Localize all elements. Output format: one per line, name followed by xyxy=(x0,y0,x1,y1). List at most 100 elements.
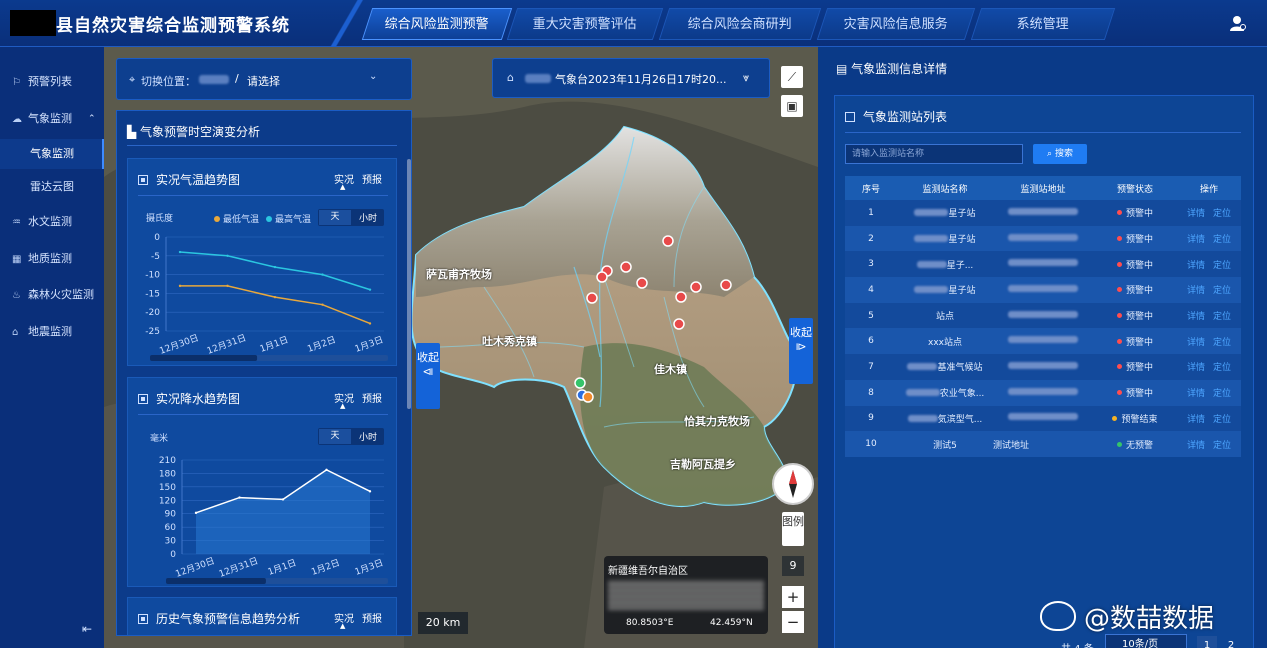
y-tick-label: -5 xyxy=(151,252,160,262)
cell-station-name: 农业气象... xyxy=(897,379,993,406)
tab-forecast[interactable]: 预报 xyxy=(362,610,382,625)
chevron-up-icon: ⌃ xyxy=(88,114,96,124)
locate-link[interactable]: 定位 xyxy=(1213,312,1231,322)
redacted-station xyxy=(525,74,551,83)
menu-item-alert-list[interactable]: ⚐ 预警列表 xyxy=(0,67,104,97)
tab-forecast[interactable]: 预报 xyxy=(362,171,382,186)
detail-link[interactable]: 详情 xyxy=(1187,441,1205,451)
detail-link[interactable]: 详情 xyxy=(1187,363,1205,373)
location-switcher[interactable]: ⌖ 切换位置： / 请选择 ⌄ xyxy=(116,58,412,100)
station-selector[interactable]: ⌂ 气象台2023年11月26日17时20... ⩔ xyxy=(492,58,770,98)
table-row[interactable]: 7 基准气候站 预警中 详情 定位 xyxy=(845,354,1241,380)
cell-station-address xyxy=(993,251,1093,278)
detail-link[interactable]: 详情 xyxy=(1187,261,1205,271)
toggle-hour[interactable]: 小时 xyxy=(352,430,384,443)
locate-link[interactable]: 定位 xyxy=(1213,415,1231,425)
toggle-day[interactable]: 天 xyxy=(319,210,351,225)
watermark: @数喆数据 xyxy=(1040,598,1214,638)
detail-link[interactable]: 详情 xyxy=(1187,209,1205,219)
data-point xyxy=(238,496,241,499)
table-row[interactable]: 4 星子站 预警中 详情 定位 xyxy=(845,277,1241,303)
menu-item-earthquake[interactable]: ⌂ 地震监测 xyxy=(0,317,104,347)
menu-item-weather[interactable]: ☁ 气象监测 ⌃ xyxy=(0,104,104,134)
locate-link[interactable]: 定位 xyxy=(1213,389,1231,399)
data-point xyxy=(321,303,324,306)
tab-risk-consultation[interactable]: 综合风险会商研判 xyxy=(658,8,822,40)
ruler-icon[interactable]: ⟋ xyxy=(781,66,803,88)
menu-item-hydrology[interactable]: ♒ 水文监测 xyxy=(0,207,104,237)
collapse-right-panel-button[interactable]: 收起 ⧐ xyxy=(789,318,813,384)
detail-title: ▤ 气象监测信息详情 xyxy=(836,62,948,76)
left-sidebar: ⚐ 预警列表 ☁ 气象监测 ⌃ 气象监测 雷达云图 ♒ 水文监测 ▦ 地质监测 ♨ 森林火灾… xyxy=(0,47,104,648)
cell-warning-status: 预警中 xyxy=(1093,277,1177,303)
locate-link[interactable]: 定位 xyxy=(1213,235,1231,245)
map-pin-icon: ⌖ xyxy=(129,73,136,86)
double-chevron-down-icon[interactable]: ⩔ xyxy=(743,71,749,85)
table-row[interactable]: 6 xxx站点 预警中 详情 定位 xyxy=(845,328,1241,355)
locate-link[interactable]: 定位 xyxy=(1213,441,1231,451)
detail-link[interactable]: 详情 xyxy=(1187,389,1205,399)
panel-scrollbar[interactable] xyxy=(407,159,411,409)
cell-station-name: 星子站 xyxy=(897,225,993,252)
redacted-location xyxy=(199,75,229,84)
table-row[interactable]: 5 站点 预警中 详情 定位 xyxy=(845,302,1241,329)
detail-link[interactable]: 详情 xyxy=(1187,312,1205,322)
cell-station-name: 星子... xyxy=(897,251,993,278)
table-row[interactable]: 2 星子站 预警中 详情 定位 xyxy=(845,225,1241,252)
locate-link[interactable]: 定位 xyxy=(1213,261,1231,271)
collapse-left-icon[interactable]: ⇤ xyxy=(82,622,92,636)
locate-link[interactable]: 定位 xyxy=(1213,286,1231,296)
cell-actions: 详情 定位 xyxy=(1177,405,1241,432)
submenu-weather-monitoring[interactable]: 气象监测 xyxy=(0,139,104,169)
collapse-left-panel-button[interactable]: 收起 ⧏ xyxy=(416,343,440,409)
compass-icon[interactable] xyxy=(772,463,814,505)
detail-link[interactable]: 详情 xyxy=(1187,415,1205,425)
cell-actions: 详情 定位 xyxy=(1177,354,1241,380)
menu-item-forest-fire[interactable]: ♨ 森林火灾监测 xyxy=(0,280,104,310)
user-icon[interactable] xyxy=(1229,14,1247,32)
detail-link[interactable]: 详情 xyxy=(1187,338,1205,348)
table-row[interactable]: 1 星子站 预警中 详情 定位 xyxy=(845,200,1241,226)
data-point xyxy=(321,273,324,276)
page-2-button[interactable]: 2 xyxy=(1221,636,1241,648)
locate-link[interactable]: 定位 xyxy=(1213,338,1231,348)
toggle-hour[interactable]: 小时 xyxy=(352,211,384,224)
alarm-icon: ⚐ xyxy=(12,77,21,88)
tab-forecast[interactable]: 预报 xyxy=(362,390,382,405)
day-hour-toggle[interactable]: 天 小时 xyxy=(318,428,384,445)
x-tick-label: 12月31日 xyxy=(218,555,260,579)
legend-button[interactable]: 图例 xyxy=(782,512,804,546)
submenu-radar[interactable]: 雷达云图 xyxy=(0,172,104,202)
chevron-down-icon[interactable]: ⌄ xyxy=(369,71,377,82)
location-select[interactable]: 请选择 xyxy=(247,73,280,89)
cell-index: 4 xyxy=(845,277,897,303)
x-tick-label: 1月1日 xyxy=(266,557,297,577)
menu-item-geology[interactable]: ▦ 地质监测 xyxy=(0,244,104,274)
cell-station-name: 星子站 xyxy=(897,200,993,226)
table-row[interactable]: 10 测试5 测试地址 无预警 详情 定位 xyxy=(845,431,1241,457)
locate-link[interactable]: 定位 xyxy=(1213,363,1231,373)
table-row[interactable]: 3 星子... 预警中 详情 定位 xyxy=(845,251,1241,278)
tab-disaster-assessment[interactable]: 重大灾害预警评估 xyxy=(506,8,664,40)
chart-scrollbar-thumb xyxy=(150,355,258,361)
toggle-day[interactable]: 天 xyxy=(319,429,351,444)
locate-link[interactable]: 定位 xyxy=(1213,209,1231,219)
day-hour-toggle[interactable]: 天 小时 xyxy=(318,209,384,226)
tab-risk-info-service[interactable]: 灾害风险信息服务 xyxy=(816,8,976,40)
column-header: 监测站名称 xyxy=(897,176,993,200)
search-button[interactable]: ⌕ 搜索 xyxy=(1033,144,1087,164)
x-tick-label: 1月2日 xyxy=(306,334,337,354)
zoom-in-button[interactable]: + xyxy=(782,586,804,608)
detail-link[interactable]: 详情 xyxy=(1187,286,1205,296)
cell-station-address xyxy=(993,328,1093,355)
cell-station-address xyxy=(993,379,1093,406)
x-tick-label: 1月3日 xyxy=(353,557,384,577)
table-row[interactable]: 9 気滨型气... 预警结束 详情 定位 xyxy=(845,405,1241,432)
fullscreen-icon[interactable]: ▣ xyxy=(781,95,803,117)
zoom-out-button[interactable]: − xyxy=(782,611,804,633)
tab-system-management[interactable]: 系统管理 xyxy=(970,8,1116,40)
table-row[interactable]: 8 农业气象... 预警中 详情 定位 xyxy=(845,379,1241,406)
station-search-input[interactable] xyxy=(845,144,1023,164)
tab-risk-monitoring[interactable]: 综合风险监测预警 xyxy=(361,8,513,40)
detail-link[interactable]: 详情 xyxy=(1187,235,1205,245)
